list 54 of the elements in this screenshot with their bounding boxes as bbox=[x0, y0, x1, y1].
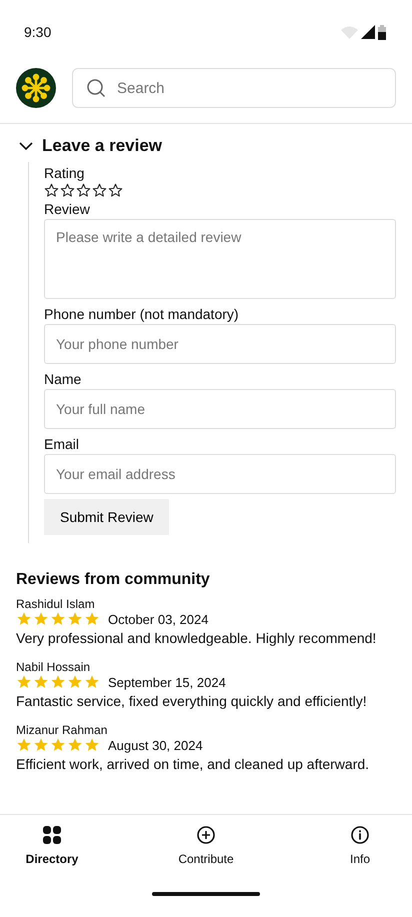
filled-star-icon bbox=[16, 611, 32, 627]
field-label: Phone number (not mandatory) bbox=[44, 306, 240, 322]
review-author: Nabil Hossain bbox=[16, 660, 92, 674]
input-field[interactable]: Your email address bbox=[44, 454, 396, 494]
review-author: Rashidul Islam bbox=[16, 597, 96, 611]
star-icon bbox=[60, 183, 75, 198]
review-text: Efficient work, arrived on time, and cleaned up afterward. bbox=[16, 755, 370, 774]
field-label: Name bbox=[44, 371, 82, 387]
filled-star-icon bbox=[33, 674, 49, 690]
review-date: October 03, 2024 bbox=[108, 612, 208, 626]
section-title: Reviews from community bbox=[16, 571, 211, 589]
filled-star-icon bbox=[67, 737, 83, 753]
signal-icon bbox=[361, 25, 375, 39]
review-date: August 30, 2024 bbox=[108, 738, 203, 752]
nav-tab[interactable]: Contribute bbox=[158, 825, 254, 892]
filled-star-icon bbox=[33, 737, 49, 753]
search-field[interactable]: Search bbox=[72, 68, 396, 108]
filled-star-icon bbox=[16, 737, 32, 753]
filled-star-icon bbox=[16, 674, 32, 690]
review-textarea[interactable]: Please write a detailed review bbox=[44, 219, 396, 299]
filled-star-icon bbox=[50, 611, 66, 627]
grid-icon bbox=[43, 826, 61, 844]
filled-star-icon bbox=[50, 737, 66, 753]
star-icon bbox=[108, 183, 123, 198]
filled-star-icon bbox=[67, 674, 83, 690]
review-date: September 15, 2024 bbox=[108, 674, 226, 690]
review-author: Mizanur Rahman bbox=[16, 723, 108, 737]
star-icon bbox=[44, 183, 59, 198]
field-label: Rating bbox=[44, 165, 86, 181]
review-text: Very professional and knowledgeable. Highly recommend! bbox=[16, 629, 378, 648]
filled-star-icon bbox=[50, 674, 66, 690]
input-field[interactable]: Your phone number bbox=[44, 324, 396, 364]
field-label: Review bbox=[44, 201, 91, 217]
filled-star-icon bbox=[33, 611, 49, 627]
wifi-icon bbox=[341, 26, 358, 38]
filled-star-icon bbox=[84, 611, 100, 627]
review-text: Fantastic service, fixed everything quickly and efficiently! bbox=[16, 692, 368, 711]
filled-star-icon bbox=[84, 674, 100, 690]
field-label: Email bbox=[44, 436, 80, 452]
logo-icon[interactable] bbox=[16, 68, 56, 108]
filled-star-icon bbox=[67, 611, 83, 627]
search-icon bbox=[86, 78, 106, 98]
input-field[interactable]: Your full name bbox=[44, 389, 396, 429]
accordion-header[interactable]: Leave a review bbox=[0, 124, 180, 162]
filled-star-icon bbox=[84, 737, 100, 753]
star-icon bbox=[92, 183, 107, 198]
submit-button[interactable]: Submit Review bbox=[44, 499, 170, 535]
battery-icon bbox=[378, 24, 386, 40]
status-time: 9:30 bbox=[24, 24, 52, 40]
info-icon bbox=[351, 826, 369, 844]
add-icon bbox=[197, 826, 215, 844]
nav-tab[interactable]: Info bbox=[312, 825, 408, 892]
nav-tab[interactable]: Directory bbox=[4, 825, 100, 892]
star-icon bbox=[76, 183, 91, 198]
